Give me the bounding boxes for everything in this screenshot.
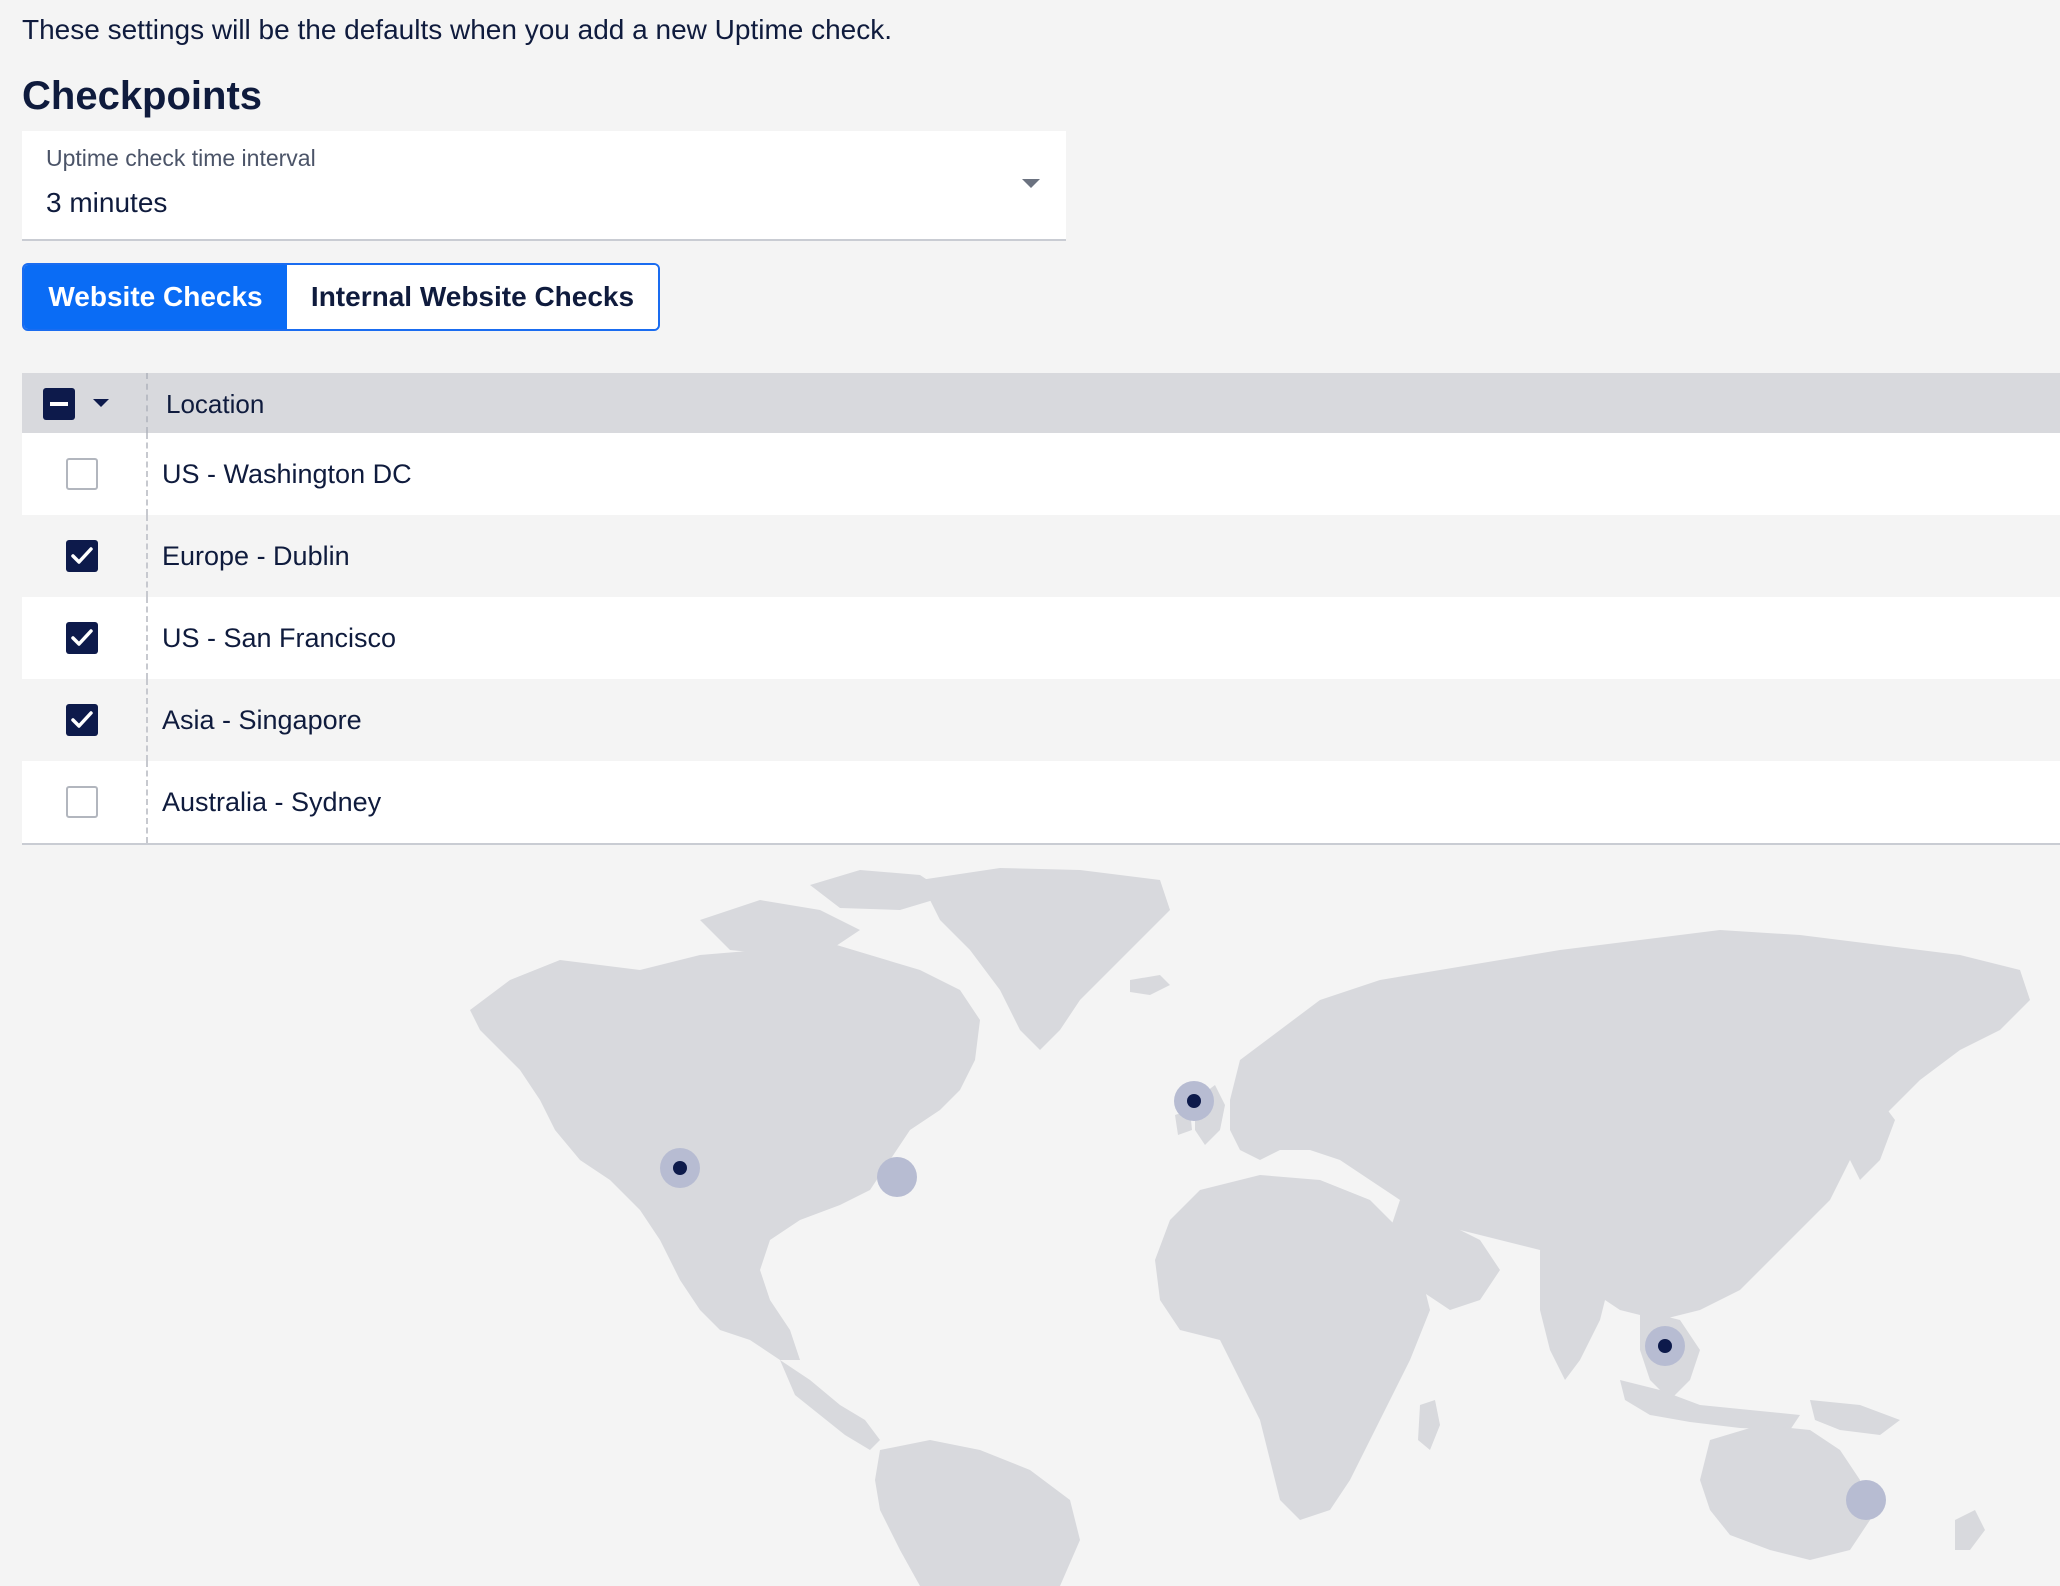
check-icon — [71, 711, 93, 728]
header-select-cell — [22, 373, 148, 433]
check-icon — [71, 629, 93, 646]
map-marker-san-francisco[interactable] — [660, 1148, 700, 1188]
table-row[interactable]: US - Washington DC — [22, 433, 2060, 515]
south-america-landmass — [875, 1440, 1080, 1586]
map-marker-sydney[interactable] — [1846, 1480, 1886, 1520]
madagascar-landmass — [1418, 1400, 1440, 1450]
checkbox-unchecked[interactable] — [66, 786, 98, 818]
new-guinea-landmass — [1810, 1400, 1900, 1435]
row-select-cell — [22, 597, 148, 679]
caret-down-icon[interactable] — [93, 399, 109, 407]
marker-dot — [673, 1161, 687, 1175]
map-marker-singapore[interactable] — [1645, 1326, 1685, 1366]
world-map — [470, 868, 2030, 1586]
checkbox-checked[interactable] — [66, 540, 98, 572]
location-column-header[interactable]: Location — [166, 389, 264, 420]
checkbox-checked[interactable] — [66, 622, 98, 654]
table-row[interactable]: Europe - Dublin — [22, 515, 2060, 597]
location-label: US - Washington DC — [162, 459, 412, 489]
row-select-cell — [22, 679, 148, 761]
checkbox-unchecked[interactable] — [66, 458, 98, 490]
caret-down-icon[interactable] — [1022, 179, 1040, 188]
new-zealand-landmass — [1955, 1510, 1985, 1550]
intro-text: These settings will be the defaults when… — [22, 14, 893, 45]
location-label: Europe - Dublin — [162, 541, 350, 571]
location-label: US - San Francisco — [162, 623, 397, 653]
table-header: Location — [22, 373, 2060, 433]
row-select-cell — [22, 433, 148, 515]
tab-internal-website-checks[interactable]: Internal Website Checks — [287, 265, 658, 329]
iceland-landmass — [1130, 975, 1170, 995]
central-america-landmass — [780, 1360, 880, 1450]
interval-select-label: Uptime check time interval — [46, 145, 316, 171]
locations-table: Location US - Washington DC Europe - Dubl… — [22, 373, 2060, 845]
interval-select-value: 3 minutes — [46, 187, 168, 218]
indeterminate-checkbox-icon[interactable] — [43, 388, 75, 420]
row-select-cell — [22, 515, 148, 597]
map-marker-dublin[interactable] — [1174, 1081, 1214, 1121]
checkbox-checked[interactable] — [66, 704, 98, 736]
marker-dot — [1187, 1094, 1201, 1108]
indonesia-landmass — [1620, 1380, 1800, 1430]
table-row[interactable]: US - San Francisco — [22, 597, 2060, 679]
check-type-tabs: Website Checks Internal Website Checks — [22, 263, 660, 331]
location-label: Asia - Singapore — [162, 705, 362, 735]
africa-landmass — [1155, 1175, 1430, 1520]
tab-website-checks[interactable]: Website Checks — [24, 265, 287, 329]
page-title: Checkpoints — [22, 74, 263, 118]
check-icon — [71, 547, 93, 564]
table-row[interactable]: Australia - Sydney — [22, 761, 2060, 843]
marker-dot — [1658, 1339, 1672, 1353]
world-map-land — [470, 868, 2030, 1586]
location-label: Australia - Sydney — [162, 787, 382, 817]
map-marker-washington-dc[interactable] — [877, 1157, 917, 1197]
row-select-cell — [22, 761, 148, 843]
marker-halo — [1846, 1480, 1886, 1520]
north-america-landmass — [470, 940, 980, 1360]
marker-halo — [877, 1157, 917, 1197]
table-row[interactable]: Asia - Singapore — [22, 679, 2060, 761]
interval-select[interactable]: Uptime check time interval 3 minutes — [22, 131, 1066, 241]
table-divider — [22, 843, 2060, 845]
australia-landmass — [1700, 1425, 1870, 1560]
